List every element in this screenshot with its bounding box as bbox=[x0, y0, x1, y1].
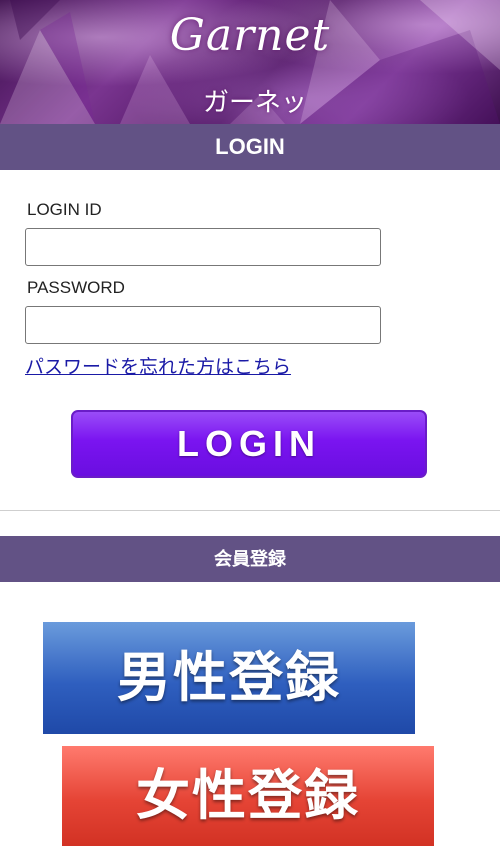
header-banner: Garnet ガーネット bbox=[0, 0, 500, 124]
section-divider bbox=[0, 510, 500, 511]
register-section-header: 会員登録 bbox=[0, 536, 500, 582]
login-id-input[interactable] bbox=[25, 228, 381, 266]
login-id-label: LOGIN ID bbox=[27, 200, 102, 219]
female-register-button[interactable]: 女性登録 bbox=[62, 746, 434, 846]
password-label: PASSWORD bbox=[27, 278, 125, 297]
forgot-password-link[interactable]: パスワードを忘れた方はこちら bbox=[25, 352, 291, 379]
password-input[interactable] bbox=[25, 306, 381, 344]
logo-script-text: Garnet bbox=[169, 10, 331, 61]
login-button[interactable]: LOGIN bbox=[71, 410, 427, 478]
logo-kana-text: ガーネット bbox=[202, 87, 307, 117]
login-section-header: LOGIN bbox=[0, 124, 500, 170]
male-register-button[interactable]: 男性登録 bbox=[43, 622, 415, 734]
